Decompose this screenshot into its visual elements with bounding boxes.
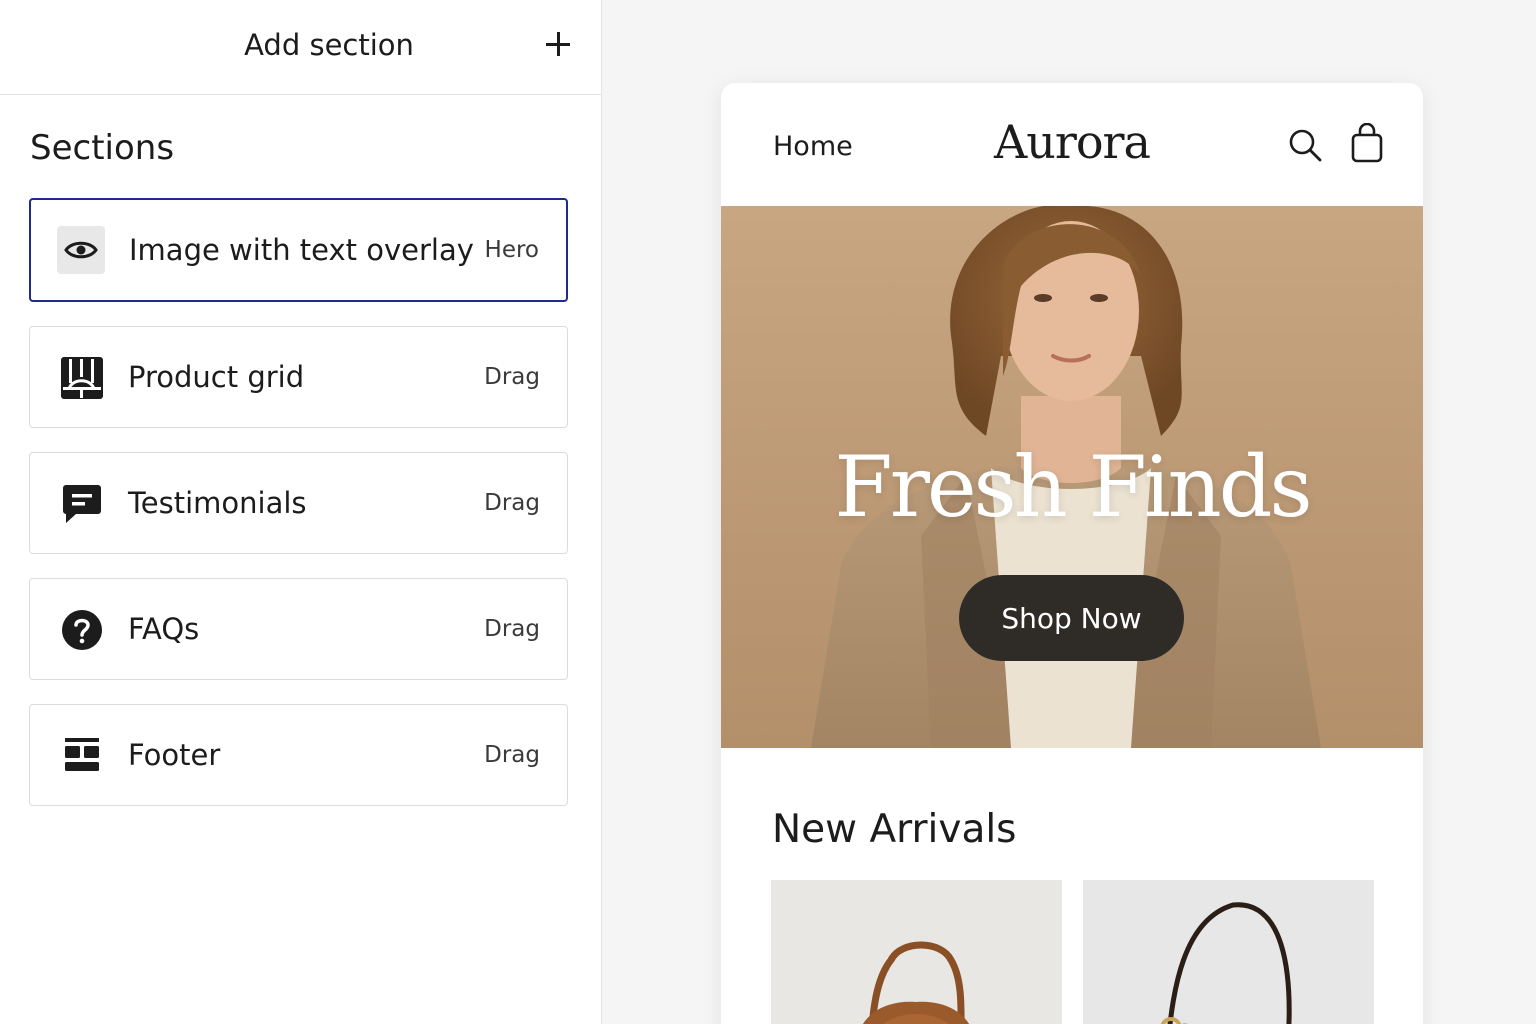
footer-layout-icon bbox=[58, 732, 106, 780]
section-name: Product grid bbox=[128, 360, 305, 394]
hero-title: Fresh Finds bbox=[834, 438, 1312, 536]
section-name: Image with text overlay bbox=[129, 233, 474, 267]
add-section-bar[interactable]: Add section bbox=[0, 0, 601, 95]
section-list: Image with text overlay Hero Product gri… bbox=[29, 198, 568, 830]
drag-handle[interactable]: Drag bbox=[484, 490, 540, 516]
black-shoulder-bag-image bbox=[1160, 902, 1292, 1024]
plus-icon[interactable] bbox=[540, 26, 576, 62]
section-name: FAQs bbox=[128, 612, 200, 646]
question-circle-icon bbox=[58, 606, 106, 654]
section-item-image-with-text-overlay[interactable]: Image with text overlay Hero bbox=[29, 198, 568, 302]
hero-banner: Fresh Finds Shop Now bbox=[721, 206, 1423, 748]
shop-now-button[interactable]: Shop Now bbox=[959, 575, 1184, 661]
drag-handle[interactable]: Drag bbox=[484, 616, 540, 642]
product-card[interactable] bbox=[771, 880, 1062, 1024]
chat-bubble-icon bbox=[58, 480, 106, 528]
section-name: Footer bbox=[128, 738, 221, 772]
section-tag: Hero bbox=[484, 237, 539, 263]
drag-handle[interactable]: Drag bbox=[484, 742, 540, 768]
section-item-faqs[interactable]: FAQs Drag bbox=[29, 578, 568, 680]
section-item-product-grid[interactable]: Product grid Drag bbox=[29, 326, 568, 428]
brown-leather-handbag-image bbox=[863, 941, 969, 1024]
new-arrivals-heading: New Arrivals bbox=[772, 807, 1017, 852]
store-header: Home Aurora bbox=[721, 83, 1423, 206]
search-icon[interactable] bbox=[1287, 127, 1323, 163]
store-preview: Home Aurora Fresh Finds Shop Now New Arr… bbox=[721, 83, 1423, 1024]
sections-heading: Sections bbox=[30, 128, 175, 168]
shopping-bag-icon[interactable] bbox=[1349, 122, 1385, 163]
section-item-footer[interactable]: Footer Drag bbox=[29, 704, 568, 806]
eye-icon[interactable] bbox=[57, 226, 105, 274]
drag-handle[interactable]: Drag bbox=[484, 364, 540, 390]
section-item-testimonials[interactable]: Testimonials Drag bbox=[29, 452, 568, 554]
product-grid-icon bbox=[58, 354, 106, 402]
product-card[interactable] bbox=[1083, 880, 1374, 1024]
editor-sidebar: Add section Sections Image with text ove… bbox=[0, 0, 602, 1024]
section-name: Testimonials bbox=[128, 486, 307, 520]
